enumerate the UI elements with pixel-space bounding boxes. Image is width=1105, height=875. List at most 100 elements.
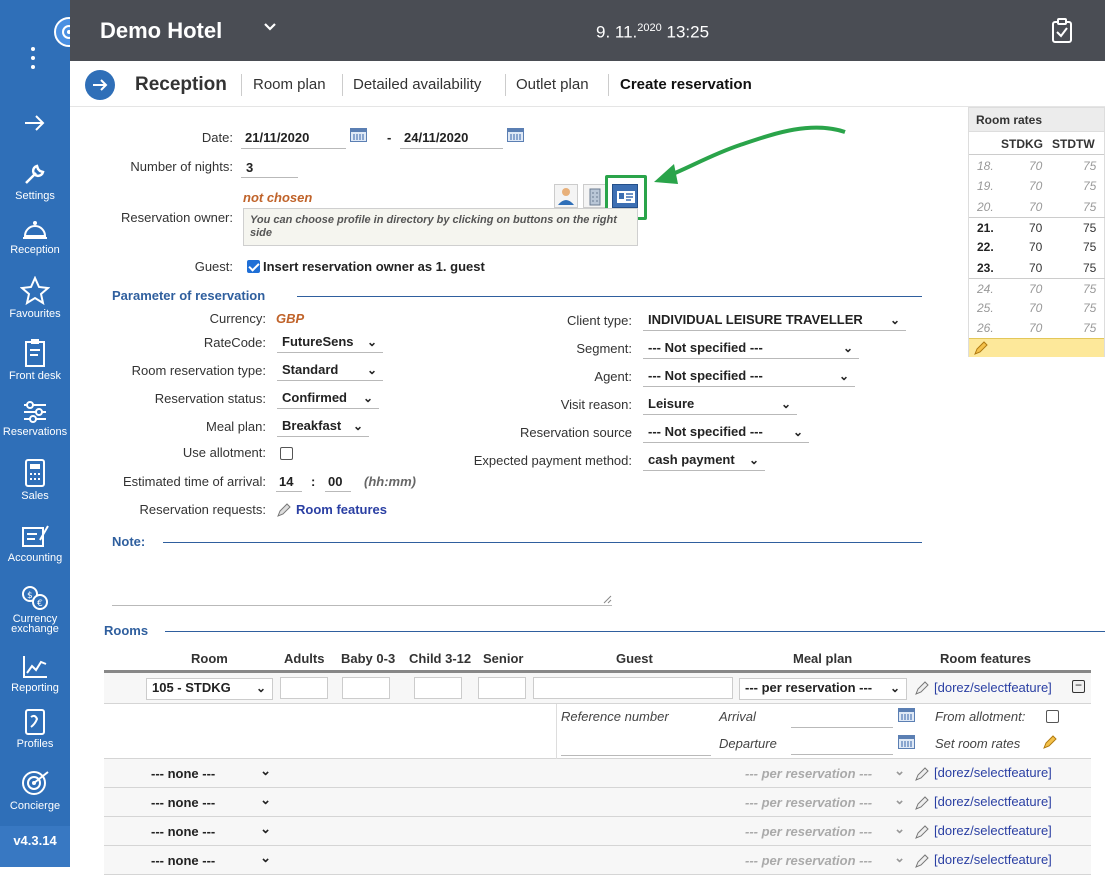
nav-arrow-button[interactable] [85,70,115,100]
rates-row: 26. 70 75 [969,318,1105,338]
person-icon [558,188,574,205]
room-select[interactable]: --- none --- ⌄ [151,850,271,868]
company-profile-button[interactable] [583,184,607,208]
chevron-down-icon: ⌄ [260,850,271,865]
arrow-right-icon [93,79,108,91]
task-clipboard-icon[interactable] [1050,18,1074,47]
room-select[interactable]: --- none --- ⌄ [151,763,271,781]
room-meal-select[interactable]: --- per reservation --- ⌄ [745,821,907,839]
sidebar-item-favourites[interactable]: Favourites [0,276,70,320]
current-datetime: 9. 11.2020 13:25 [596,22,709,43]
date-from-input[interactable]: 21/11/2020 [245,130,309,145]
calendar-from-icon[interactable] [350,128,367,142]
chevron-down-icon: ⌄ [366,335,377,349]
rates-value-stdkg: 70 [1029,220,1043,235]
segment-select[interactable]: --- Not specified --- ⌄ [643,339,859,359]
calendar-to-icon[interactable] [507,128,524,142]
hotel-name[interactable]: Demo Hotel [100,18,222,44]
room-select[interactable]: --- none --- ⌄ [151,792,271,810]
agent-select[interactable]: --- Not specified --- ⌄ [643,367,855,387]
source-select[interactable]: --- Not specified --- ⌄ [643,423,809,443]
source-label: Reservation source [520,425,632,440]
insert-owner-guest-checkbox[interactable] [247,260,260,273]
hotel-dropdown-chevron-icon[interactable] [263,20,277,37]
eta-minutes-input[interactable]: 00 [328,474,342,489]
expand-arrow-icon[interactable] [24,114,46,135]
date-to-input[interactable]: 24/11/2020 [404,130,468,145]
rates-value-stdtw: 75 [1083,159,1097,173]
select-feature-link[interactable]: [dorez/selectfeature] [934,765,1052,780]
status-select[interactable]: Confirmed ⌄ [277,389,379,409]
select-feature-link[interactable]: [dorez/selectfeature] [934,823,1052,838]
room-features-link[interactable]: Room features [296,502,387,517]
sidebar-item-accounting[interactable]: Accounting [0,522,70,564]
sidebar-item-reporting[interactable]: Reporting [0,654,70,694]
sidebar-item-concierge[interactable]: Concierge [0,768,70,812]
arrival-calendar-icon[interactable] [898,708,915,722]
visit-reason-value: Leisure [648,396,695,411]
sidebar-item-sales[interactable]: Sales [0,458,70,502]
senior-input[interactable] [478,677,526,699]
sidebar-item-settings[interactable]: Settings [0,160,70,202]
adults-input[interactable] [280,677,328,699]
rates-row: 21. 70 75 [969,216,1105,237]
client-type-select[interactable]: INDIVIDUAL LEISURE TRAVELLER ⌄ [643,311,906,331]
collapse-row-button[interactable]: − [1072,679,1085,693]
rates-row: 20. 70 75 [969,197,1105,217]
select-feature-link[interactable]: [dorez/selectfeature] [934,794,1052,809]
chevron-down-icon: ⌄ [260,763,271,778]
sidebar-item-currency-exchange[interactable]: $ € Currency exchange [0,584,70,635]
room-meal-select[interactable]: --- per reservation --- ⌄ [745,763,907,781]
room-meal-select[interactable]: --- per reservation --- ⌄ [745,850,907,868]
nights-input[interactable]: 3 [246,160,253,175]
rates-day: 18. [977,159,994,173]
from-allotment-checkbox[interactable] [1046,710,1059,723]
select-feature-link[interactable]: [dorez/selectfeature] [934,680,1052,695]
chevron-down-icon: ⌄ [842,341,853,355]
eta-hours-input[interactable]: 14 [279,474,293,489]
child-input[interactable] [414,677,462,699]
col-guest: Guest [616,651,653,666]
room-select[interactable]: --- none --- ⌄ [151,821,271,839]
use-allotment-checkbox[interactable] [280,447,293,460]
departure-calendar-icon[interactable] [898,735,915,749]
building-icon [589,188,601,206]
tab-create-reservation[interactable]: Create reservation [620,76,752,93]
client-type-label: Client type: [566,313,632,328]
baby-input[interactable] [342,677,390,699]
rates-row: 23. 70 75 [969,258,1105,278]
rates-edit-row[interactable] [969,338,1104,357]
tab-outlet-plan[interactable]: Outlet plan [516,76,589,93]
sidebar-item-reservations[interactable]: Reservations [0,400,70,438]
guest-input[interactable] [533,677,733,699]
chevron-down-icon: ⌄ [838,369,849,383]
sidebar-item-front-desk[interactable]: Front desk [0,338,70,382]
payment-select[interactable]: cash payment ⌄ [643,451,765,471]
rates-value-stdkg: 70 [1029,199,1043,214]
room-meal-select[interactable]: --- per reservation --- ⌄ [739,678,907,700]
meal-select[interactable]: Breakfast ⌄ [277,417,369,437]
tab-detailed-availability[interactable]: Detailed availability [353,76,481,93]
target-icon [22,771,49,795]
tab-room-plan[interactable]: Room plan [253,76,326,93]
pencil-icon [915,796,929,810]
date-separator: - [387,130,392,145]
sidebar-item-reception[interactable]: Reception [0,218,70,256]
select-feature-link[interactable]: [dorez/selectfeature] [934,852,1052,867]
room-meal-select[interactable]: --- per reservation --- ⌄ [745,792,907,810]
visit-reason-select[interactable]: Leisure ⌄ [643,395,797,415]
ratecode-select[interactable]: FutureSens ⌄ [277,333,383,353]
roomtype-select[interactable]: Standard ⌄ [277,361,383,381]
rates-value-stdkg: 70 [1029,159,1043,173]
set-room-rates-label: Set room rates [935,736,1021,751]
top-bar: Demo Hotel 9. 11.2020 13:25 [70,0,1105,61]
kebab-menu-icon[interactable] [31,47,37,71]
room-select[interactable]: 105 - STDKG ⌄ [146,678,273,700]
sliders-icon [24,401,46,423]
note-textarea[interactable] [112,556,612,606]
room-meal-value: --- per reservation --- [745,680,873,695]
pencil-icon[interactable] [1042,734,1058,750]
person-profile-button[interactable] [554,184,578,208]
rates-value-stdkg: 70 [1029,321,1043,336]
sidebar-item-profiles[interactable]: Profiles [0,708,70,750]
